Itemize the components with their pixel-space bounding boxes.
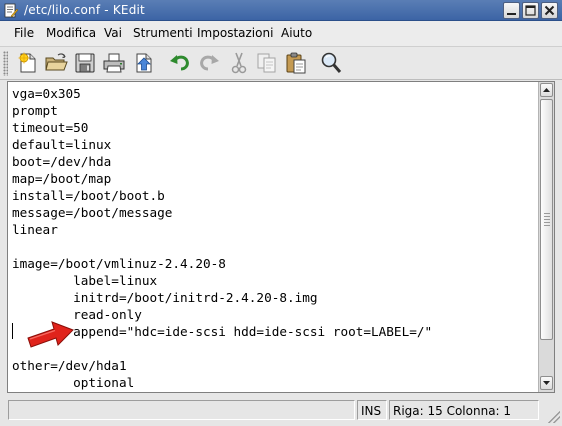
undo-icon — [170, 55, 189, 71]
new-document-icon — [18, 52, 36, 73]
toolbar — [0, 47, 562, 80]
editor-text[interactable]: vga=0x305 prompt timeout=50 default=linu… — [12, 85, 532, 392]
status-cursor-position: Riga: 15 Colonna: 1 — [389, 400, 539, 420]
copy-button[interactable] — [255, 51, 279, 75]
upload-button[interactable] — [132, 51, 156, 75]
vertical-scrollbar[interactable] — [538, 82, 554, 392]
find-icon — [321, 52, 342, 73]
redo-icon — [200, 55, 219, 71]
text-editor[interactable]: vga=0x305 prompt timeout=50 default=linu… — [7, 81, 555, 393]
print-icon — [103, 53, 125, 73]
window-title: /etc/lilo.conf - KEdit — [24, 3, 145, 17]
title-bar[interactable]: /etc/lilo.conf - KEdit — [0, 0, 562, 21]
toolbar-grip[interactable] — [3, 51, 8, 76]
undo-button[interactable] — [168, 51, 192, 75]
find-button[interactable] — [319, 51, 343, 75]
close-button[interactable] — [541, 2, 558, 19]
scroll-down-button[interactable] — [540, 376, 553, 390]
upload-icon — [136, 53, 152, 73]
menu-modifica[interactable]: Modifica — [46, 26, 96, 40]
menu-vai[interactable]: Vai — [104, 26, 122, 40]
cut-icon — [231, 52, 247, 74]
paste-button[interactable] — [284, 51, 308, 75]
arrow-down-icon — [543, 381, 550, 385]
menu-strumenti[interactable]: Strumenti — [133, 26, 193, 40]
red-arrow-icon — [27, 321, 74, 348]
scroll-thumb[interactable] — [540, 99, 553, 340]
text-cursor — [12, 323, 13, 339]
menu-file[interactable]: File — [14, 26, 34, 40]
minimize-button[interactable] — [503, 2, 520, 19]
arrow-up-icon — [543, 88, 550, 92]
open-folder-icon — [45, 53, 68, 71]
kedit-icon[interactable] — [3, 3, 19, 18]
redo-button[interactable] — [197, 51, 221, 75]
print-button[interactable] — [102, 51, 126, 75]
save-disk-icon — [75, 53, 95, 73]
menu-impostazioni[interactable]: Impostazioni — [197, 26, 273, 40]
open-button[interactable] — [44, 51, 68, 75]
status-insert-mode: INS — [357, 400, 387, 420]
close-icon — [544, 5, 555, 16]
paste-icon — [286, 52, 306, 74]
menu-aiuto[interactable]: Aiuto — [281, 26, 312, 40]
save-button[interactable] — [73, 51, 97, 75]
copy-icon — [257, 53, 276, 73]
maximize-icon — [525, 5, 536, 16]
thumb-grip — [544, 213, 550, 227]
scroll-up-button[interactable] — [540, 83, 553, 97]
resize-grip[interactable] — [548, 411, 560, 423]
cut-button[interactable] — [227, 51, 251, 75]
new-document-button[interactable] — [16, 51, 40, 75]
status-message — [8, 400, 355, 420]
maximize-button[interactable] — [522, 2, 539, 19]
minimize-icon — [507, 13, 516, 15]
menu-bar: File Modifica Vai Strumenti Impostazioni… — [0, 21, 562, 47]
status-bar: INS Riga: 15 Colonna: 1 — [0, 398, 562, 426]
